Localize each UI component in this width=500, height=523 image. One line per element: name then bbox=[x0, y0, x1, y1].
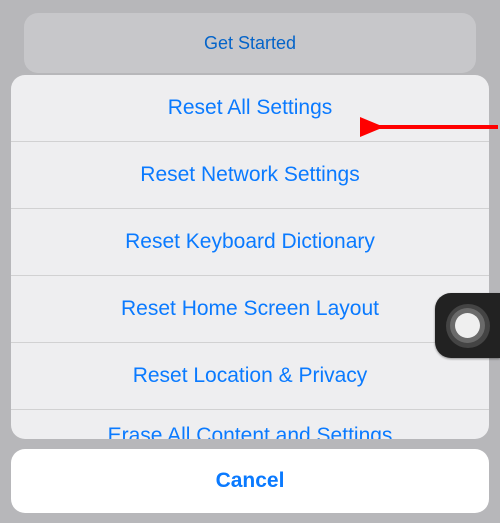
reset-network-settings-button[interactable]: Reset Network Settings bbox=[11, 142, 489, 209]
sheet-item-label: Reset Location & Privacy bbox=[133, 364, 368, 388]
assistive-touch-icon bbox=[446, 304, 490, 348]
cancel-button[interactable]: Cancel bbox=[11, 449, 489, 513]
reset-location-privacy-button[interactable]: Reset Location & Privacy bbox=[11, 343, 489, 410]
get-started-label: Get Started bbox=[204, 33, 296, 54]
sheet-item-label: Reset Network Settings bbox=[140, 163, 359, 187]
erase-all-content-partial: Erase All Content and Settings bbox=[11, 410, 489, 439]
sheet-item-label: Reset Keyboard Dictionary bbox=[125, 230, 375, 254]
background-layer: Get Started bbox=[0, 0, 500, 73]
cancel-label: Cancel bbox=[216, 469, 285, 493]
sheet-item-label-partial: Erase All Content and Settings bbox=[108, 424, 393, 439]
reset-all-settings-button[interactable]: Reset All Settings bbox=[11, 75, 489, 142]
reset-keyboard-dictionary-button[interactable]: Reset Keyboard Dictionary bbox=[11, 209, 489, 276]
reset-home-screen-layout-button[interactable]: Reset Home Screen Layout bbox=[11, 276, 489, 343]
action-sheet-container: Reset All Settings Reset Network Setting… bbox=[11, 75, 489, 513]
action-sheet: Reset All Settings Reset Network Setting… bbox=[11, 75, 489, 439]
sheet-item-label: Reset All Settings bbox=[168, 96, 333, 120]
assistive-touch-button[interactable] bbox=[435, 293, 500, 358]
sheet-item-label: Reset Home Screen Layout bbox=[121, 297, 379, 321]
get-started-card: Get Started bbox=[24, 13, 476, 73]
